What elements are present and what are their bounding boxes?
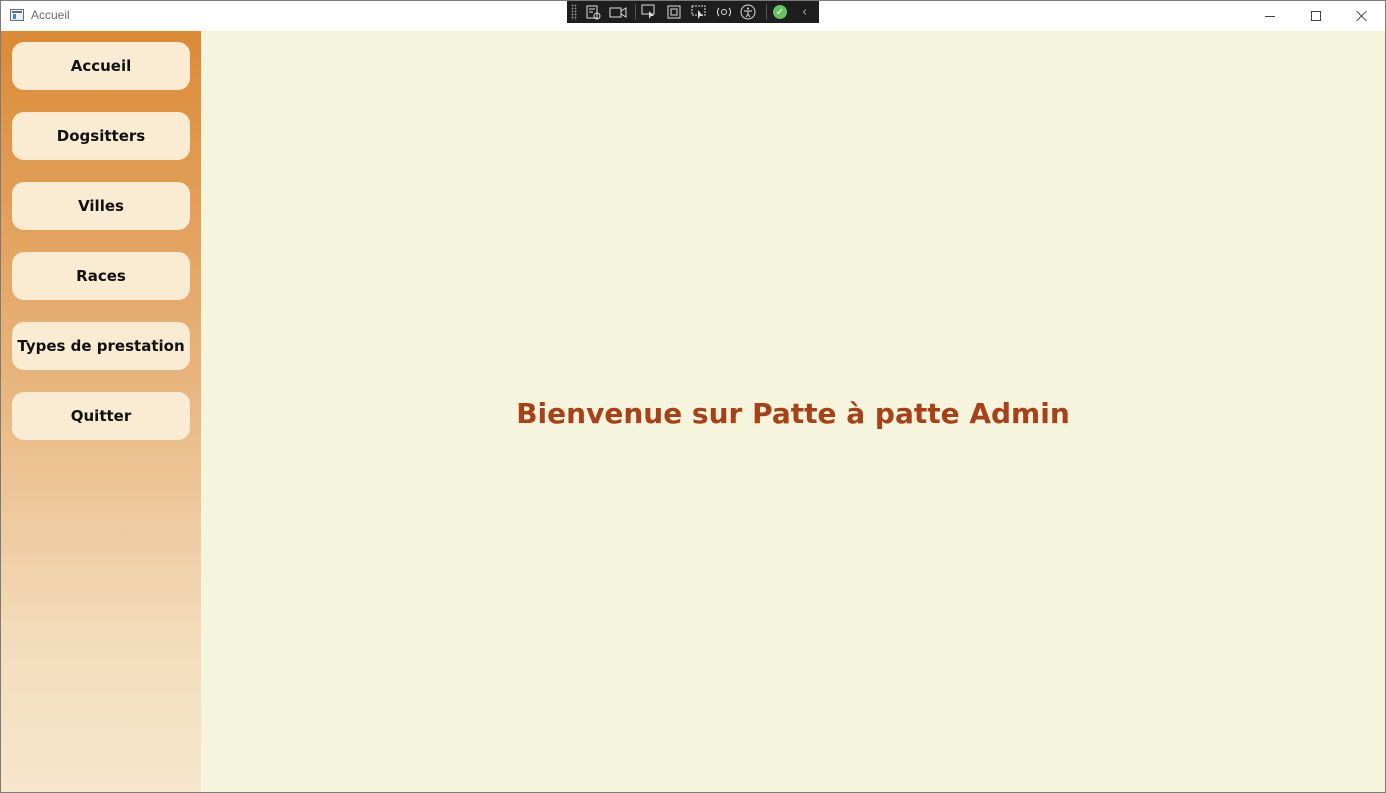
nav-button-accueil[interactable]: Accueil bbox=[12, 42, 190, 90]
collapse-chevron-icon[interactable]: ‹ bbox=[794, 3, 815, 21]
window-title: Accueil bbox=[31, 8, 70, 22]
layout-adorner-icon[interactable] bbox=[664, 3, 685, 21]
welcome-heading: Bienvenue sur Patte à patte Admin bbox=[516, 397, 1070, 430]
minimize-icon bbox=[1265, 15, 1275, 17]
close-icon bbox=[1356, 10, 1368, 22]
maximize-button[interactable] bbox=[1293, 1, 1339, 31]
status-ok-icon: ✓ bbox=[770, 3, 791, 21]
maximize-icon bbox=[1311, 11, 1321, 21]
camera-icon[interactable] bbox=[607, 3, 628, 21]
app-icon bbox=[10, 9, 24, 21]
track-focus-icon[interactable] bbox=[688, 3, 709, 21]
xaml-debug-toolbar: ✓ ‹ bbox=[567, 1, 819, 23]
main-content: Bienvenue sur Patte à patte Admin bbox=[201, 31, 1385, 792]
nav-button-races[interactable]: Races bbox=[12, 252, 190, 300]
title-bar[interactable]: Accueil ✓ ‹ bbox=[1, 1, 1385, 31]
nav-button-quitter[interactable]: Quitter bbox=[12, 392, 190, 440]
live-visual-tree-icon[interactable] bbox=[583, 3, 604, 21]
select-element-icon[interactable] bbox=[639, 3, 660, 21]
toolbar-grip-icon[interactable] bbox=[571, 4, 577, 20]
toolbar-separator bbox=[765, 4, 767, 20]
close-button[interactable] bbox=[1339, 1, 1385, 31]
hot-reload-icon[interactable] bbox=[713, 3, 734, 21]
nav-button-types-de-prestation[interactable]: Types de prestation bbox=[12, 322, 190, 370]
app-window: Accueil ✓ ‹ Accueil Dogsitters Villes Ra… bbox=[0, 0, 1386, 793]
accessibility-icon[interactable] bbox=[738, 3, 759, 21]
sidebar: Accueil Dogsitters Villes Races Types de… bbox=[1, 31, 201, 792]
minimize-button[interactable] bbox=[1247, 1, 1293, 31]
nav-button-villes[interactable]: Villes bbox=[12, 182, 190, 230]
nav-button-dogsitters[interactable]: Dogsitters bbox=[12, 112, 190, 160]
toolbar-separator bbox=[635, 4, 637, 20]
